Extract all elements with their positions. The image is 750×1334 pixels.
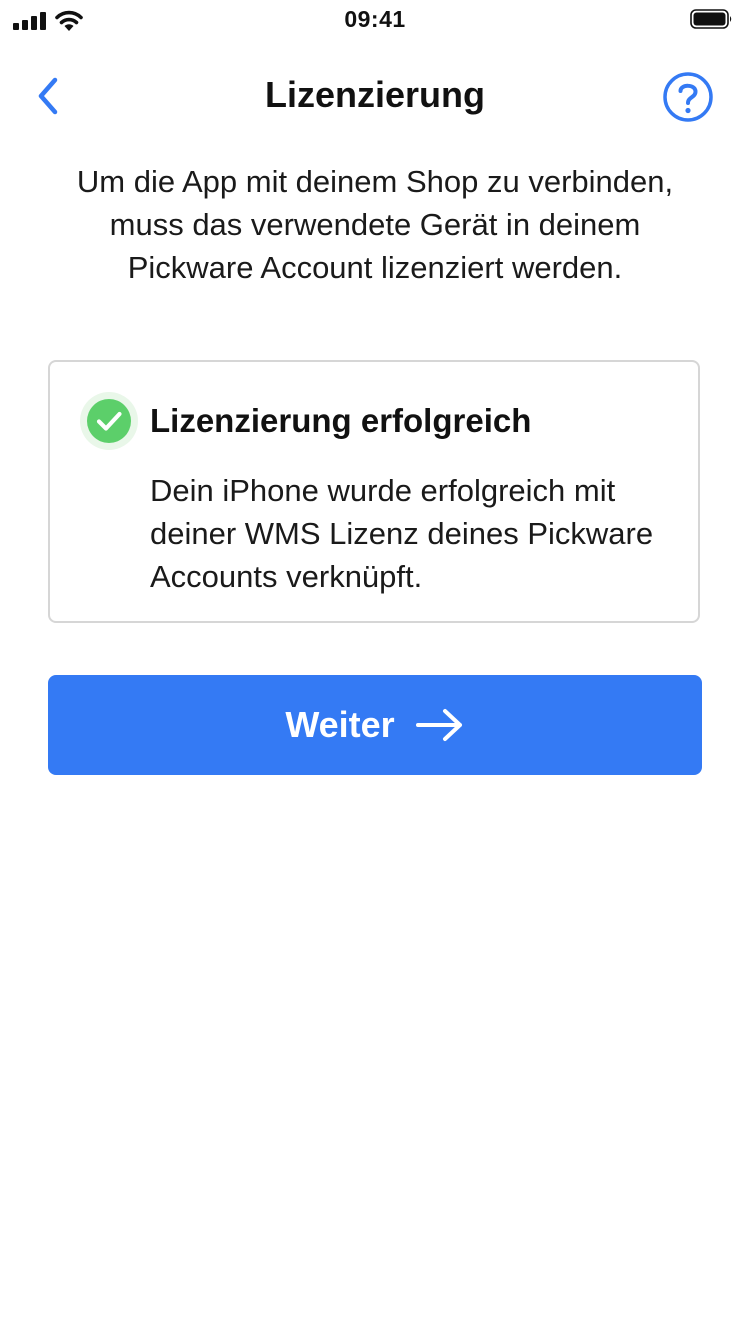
- success-message: Dein iPhone wurde erfolgreich mit deiner…: [150, 473, 654, 594]
- status-bar: 09:41: [0, 0, 750, 40]
- continue-button[interactable]: Weiter: [48, 675, 702, 775]
- chevron-left-icon: [38, 77, 58, 115]
- status-time: 09:41: [344, 6, 406, 32]
- success-title: Lizenzierung erfolgreich: [150, 402, 532, 439]
- check-circle-icon: [87, 399, 131, 443]
- page-title: Lizenzierung: [264, 74, 485, 115]
- continue-button-label: Weiter: [285, 704, 395, 745]
- success-card: Lizenzierung erfolgreich Dein iPhone wur…: [48, 360, 700, 623]
- help-button[interactable]: [662, 71, 714, 123]
- battery-icon: [690, 9, 732, 29]
- question-circle-icon: [663, 72, 713, 122]
- arrow-right-icon: [415, 709, 462, 741]
- back-button[interactable]: [30, 72, 66, 120]
- intro-text: Um die App mit deinem Shop zu verbinden,…: [76, 164, 674, 285]
